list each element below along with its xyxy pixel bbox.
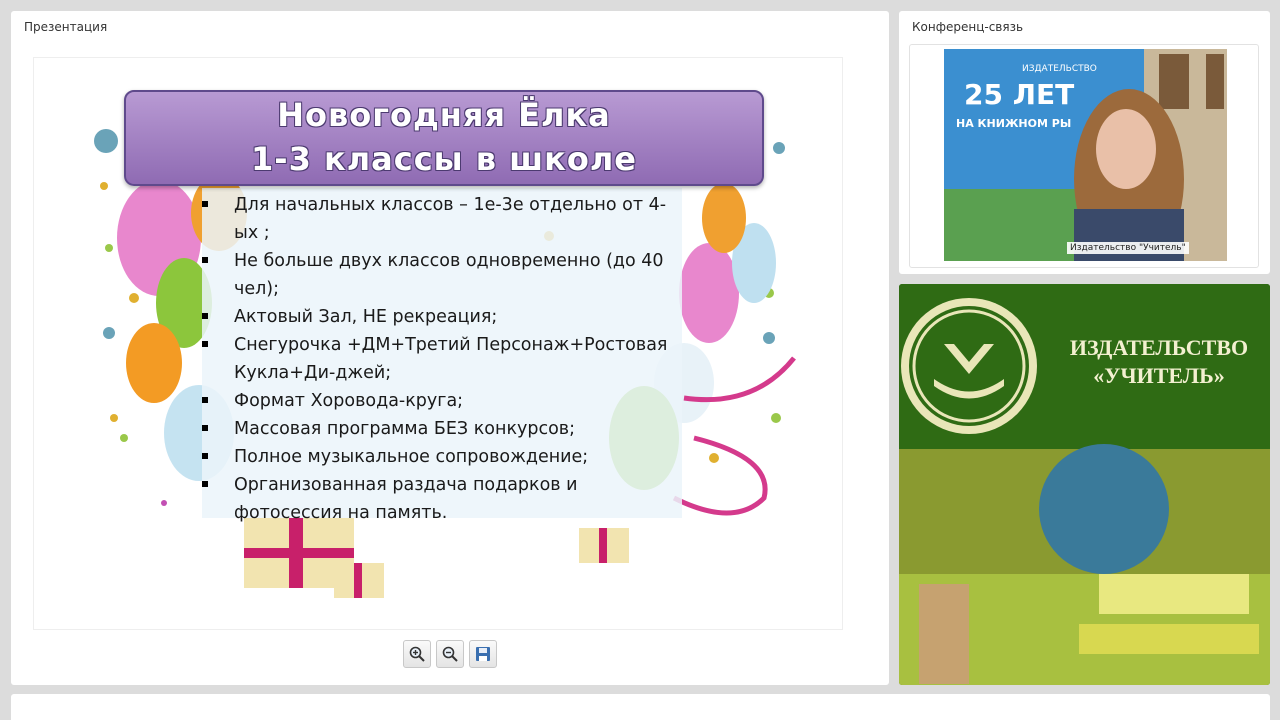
save-icon [476,647,490,661]
banner-small-text: НА КНИЖНОМ РЫ [956,117,1071,130]
slide-title-line1: Новогодняя Ёлка [277,96,611,134]
slide-bullet: Полное музыкальное сопровождение; [202,443,682,471]
zoom-out-button[interactable] [436,640,464,668]
slide-bullet: Организованная раздача подарков и фотосе… [202,471,682,527]
publisher-name: ИЗДАТЕЛЬСТВО «УЧИТЕЛЬ» [1059,334,1259,390]
zoom-in-icon [409,646,425,662]
save-button[interactable] [469,640,497,668]
slide-bullet: Формат Хоровода-круга; [202,387,682,415]
video-stream[interactable]: 25 ЛЕТ НА КНИЖНОМ РЫ ИЗДАТЕЛЬСТВО Издате… [944,49,1227,261]
banner-big-text: 25 ЛЕТ [964,78,1074,111]
publisher-banner: ИЗДАТЕЛЬСТВО «УЧИТЕЛЬ» [899,284,1270,685]
slide-bullet: Актовый Зал, НЕ рекреация; [202,303,682,331]
conference-panel: Конференц-связь 25 ЛЕТ НА КНИЖНОМ РЫ ИЗД… [899,11,1270,274]
presentation-panel: Презентация Новогодняя Ёлка 1-3 классы в… [11,11,889,685]
publisher-line2: «УЧИТЕЛЬ» [1093,363,1225,388]
presentation-panel-title: Презентация [24,20,108,34]
slide-title-box: Новогодняя Ёлка 1-3 классы в школе [124,90,764,186]
video-feed: 25 ЛЕТ НА КНИЖНОМ РЫ ИЗДАТЕЛЬСТВО [944,49,1227,261]
slide-bullet: Для начальных классов – 1е-3е отдельно о… [202,191,682,247]
presentation-slide: Новогодняя Ёлка 1-3 классы в школе Для н… [33,57,843,630]
slide-bullet: Снегурочка +ДМ+Третий Персонаж+Ростовая … [202,331,682,387]
video-participant-label: Издательство "Учитель" [1067,242,1189,254]
publisher-line1: ИЗДАТЕЛЬСТВО [1069,335,1249,360]
zoom-out-icon [442,646,458,662]
slide-title-line2: 1-3 классы в школе [251,140,637,178]
zoom-in-button[interactable] [403,640,431,668]
slide-bullet: Массовая программа БЕЗ конкурсов; [202,415,682,443]
slide-bullet-list: Для начальных классов – 1е-3е отдельно о… [202,191,682,527]
slide-bullet: Не больше двух классов одновременно (до … [202,247,682,303]
bottom-panel [11,694,1270,720]
banner-brand-text: ИЗДАТЕЛЬСТВО [1022,64,1097,74]
conference-panel-title: Конференц-связь [912,20,1024,34]
